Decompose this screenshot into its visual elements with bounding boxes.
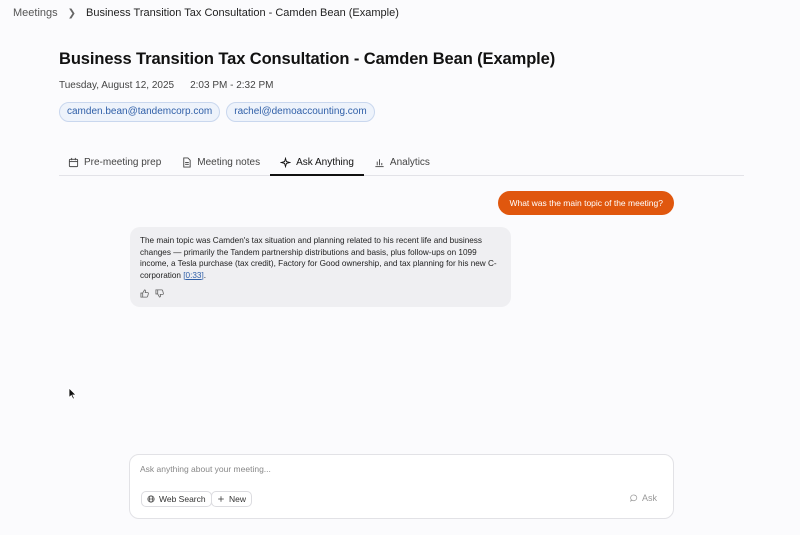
document-icon — [183, 157, 191, 168]
assistant-message-bubble: The main topic was Camden's tax situatio… — [130, 227, 511, 307]
bar-chart-icon — [375, 159, 384, 168]
chat-composer: Web Search New Ask — [129, 454, 674, 519]
plus-icon — [218, 496, 224, 502]
sparkle-icon — [280, 156, 292, 168]
tab-label: Pre-meeting prep — [84, 157, 162, 168]
tab-pre-meeting-prep[interactable]: Pre-meeting prep — [59, 150, 171, 175]
assistant-message-text: The main topic was Camden's tax situatio… — [140, 235, 501, 281]
new-button[interactable]: New — [211, 491, 253, 507]
attendee-list: camden.bean@tandemcorp.com rachel@demoac… — [59, 102, 375, 122]
thumbs-up-icon[interactable] — [140, 289, 149, 298]
ask-button[interactable]: Ask — [630, 493, 657, 503]
breadcrumb-meetings-link[interactable]: Meetings — [13, 7, 58, 19]
new-label: New — [229, 494, 247, 504]
meeting-date: Tuesday, August 12, 2025 — [59, 80, 175, 91]
breadcrumb: Meetings ❯ Business Transition Tax Consu… — [13, 7, 399, 19]
calendar-icon — [68, 157, 79, 168]
chat-bubble-icon — [630, 494, 638, 502]
page-title: Business Transition Tax Consultation - C… — [59, 50, 556, 68]
tab-ask-anything[interactable]: Ask Anything — [270, 150, 364, 176]
thumbs-down-icon[interactable] — [155, 289, 164, 298]
web-search-label: Web Search — [159, 494, 206, 504]
tab-analytics[interactable]: Analytics — [364, 150, 440, 175]
meeting-meta: Tuesday, August 12, 2025 2:03 PM - 2:32 … — [59, 80, 273, 91]
attendee-chip[interactable]: camden.bean@tandemcorp.com — [59, 102, 221, 122]
tab-meeting-notes[interactable]: Meeting notes — [171, 150, 270, 175]
tab-label: Analytics — [389, 157, 430, 168]
assistant-message-suffix: . — [203, 270, 207, 280]
web-search-button[interactable]: Web Search — [141, 491, 212, 507]
feedback-buttons — [140, 289, 501, 298]
tab-label: Ask Anything — [296, 156, 354, 168]
user-message-bubble: What was the main topic of the meeting? — [498, 191, 674, 215]
chevron-right-icon: ❯ — [67, 7, 77, 19]
breadcrumb-current: Business Transition Tax Consultation - C… — [86, 7, 399, 19]
mouse-cursor-icon — [68, 387, 77, 400]
timestamp-citation-link[interactable]: [0:33] — [183, 271, 204, 280]
attendee-chip[interactable]: rachel@demoaccounting.com — [226, 102, 375, 122]
tab-bar: Pre-meeting prep Meeting notes Ask Anyth… — [59, 150, 744, 176]
meeting-time: 2:03 PM - 2:32 PM — [190, 80, 274, 91]
chat-input[interactable] — [140, 464, 660, 474]
ask-label: Ask — [641, 493, 657, 503]
tab-label: Meeting notes — [197, 157, 261, 168]
globe-icon — [147, 495, 155, 503]
